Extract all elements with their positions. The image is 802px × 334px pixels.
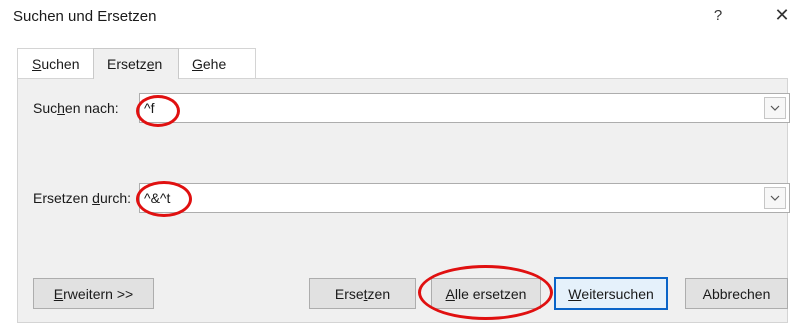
button-label: lle ersetzen	[454, 285, 527, 302]
tab-ersetzen[interactable]: Ersetzen	[93, 48, 179, 79]
button-label-accel: A	[445, 285, 455, 302]
close-button[interactable]: ✕	[771, 5, 793, 26]
replace-combobox[interactable]: ^&^t	[139, 183, 790, 213]
find-label-accel: h	[57, 100, 65, 116]
help-button[interactable]: ?	[707, 7, 729, 24]
replace-label-text: urch:	[99, 190, 132, 206]
replace-dropdown-button[interactable]	[764, 187, 786, 209]
button-label: Abbrechen	[702, 285, 771, 302]
tab-label-accel: S	[32, 56, 42, 72]
find-label-text: en nach:	[64, 100, 119, 116]
more-button[interactable]: Erweitern >>	[33, 278, 154, 309]
find-label-text: Suc	[33, 100, 58, 116]
button-label: eitersuchen	[581, 285, 654, 302]
find-input[interactable]: ^f	[140, 100, 764, 116]
tab-suchen[interactable]: Suchen	[17, 48, 94, 78]
button-label: Erse	[334, 285, 364, 302]
button-label: rweitern >>	[63, 285, 134, 302]
chevron-down-icon	[770, 105, 780, 111]
replace-button[interactable]: Erse t zen	[309, 278, 416, 309]
replace-all-button[interactable]: Alle ersetzen	[431, 278, 541, 309]
replace-label: Ersetzen durch:	[33, 190, 131, 206]
replace-label-text: Ersetzen	[33, 190, 93, 206]
button-label-accel: W	[568, 285, 582, 302]
replace-label-accel: d	[92, 190, 100, 206]
find-next-button[interactable]: Weitersuchen	[554, 277, 668, 310]
replace-input[interactable]: ^&^t	[140, 190, 764, 206]
button-label: zen	[367, 285, 391, 302]
dialog-title: Suchen und Ersetzen	[13, 8, 157, 25]
find-dropdown-button[interactable]	[764, 97, 786, 119]
tab-label: n	[154, 56, 163, 72]
tab-gehe-zu[interactable]: Gehe zu	[178, 48, 256, 102]
find-combobox[interactable]: ^f	[139, 93, 790, 123]
find-label: Suchen nach:	[33, 100, 119, 116]
button-label-accel: E	[53, 285, 64, 302]
tab-label: Ersetz	[107, 56, 147, 72]
tab-label: uchen	[41, 56, 80, 72]
cancel-button[interactable]: Abbrechen	[685, 278, 788, 309]
tab-label-accel: G	[192, 56, 203, 72]
tab-bar: Suchen Ersetzen Gehe zu	[17, 48, 256, 102]
chevron-down-icon	[770, 195, 780, 201]
